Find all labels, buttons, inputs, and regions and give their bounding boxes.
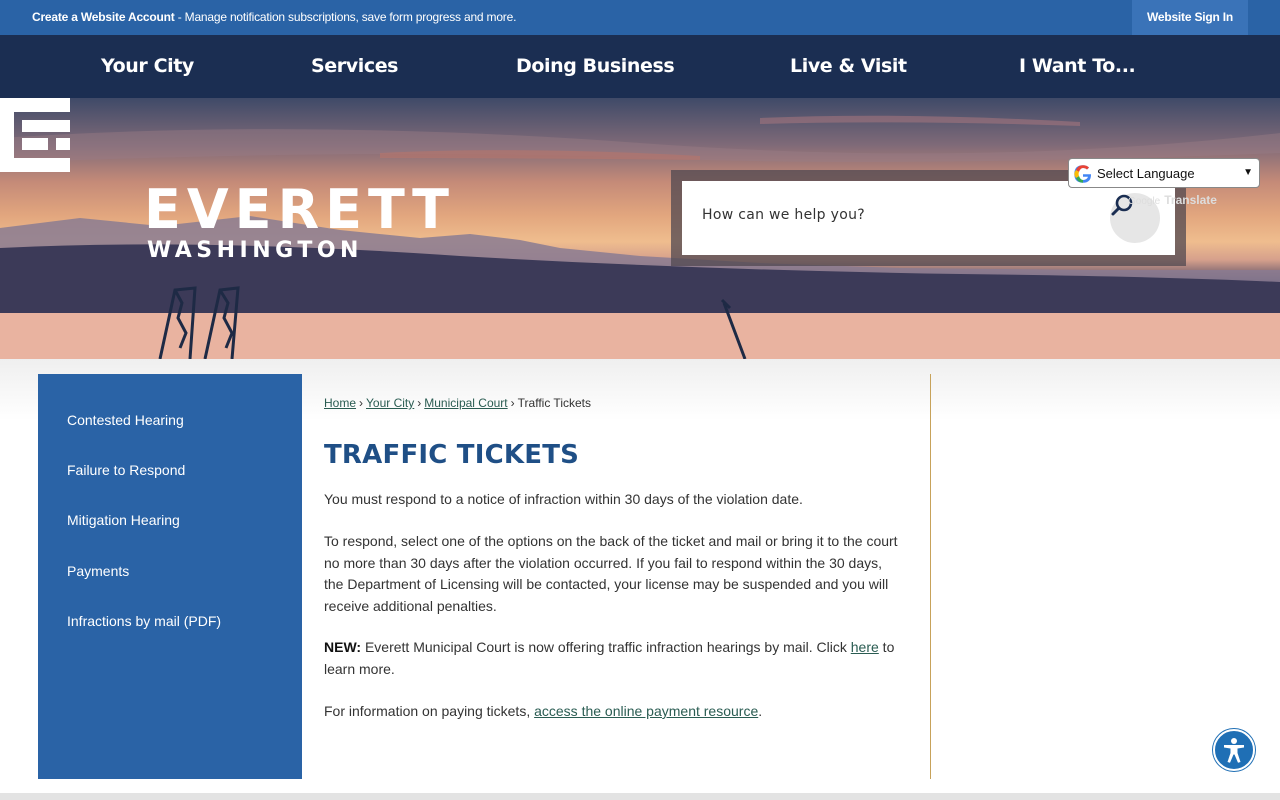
new-label: NEW:	[324, 639, 362, 655]
nav-live-and-visit[interactable]: Live & Visit	[790, 55, 907, 77]
page-title: TRAFFIC TICKETS	[324, 440, 580, 470]
language-select[interactable]: Select Language ▼	[1068, 158, 1260, 188]
online-payment-link[interactable]: access the online payment resource	[534, 703, 758, 719]
accessibility-button[interactable]	[1213, 729, 1255, 771]
nav-i-want-to[interactable]: I Want To...	[1019, 55, 1136, 77]
paragraph-how-to-respond: To respond, select one of the options on…	[324, 533, 898, 614]
breadcrumb-separator: ›	[510, 396, 515, 410]
paragraph-paying-tickets: For information on paying tickets, acces…	[324, 701, 904, 723]
everett-logo-icon	[0, 98, 70, 172]
sidebar-item-payments[interactable]: Payments	[67, 563, 129, 579]
hearings-by-mail-link[interactable]: here	[851, 639, 879, 655]
search-box	[682, 181, 1175, 255]
sidebar-item-contested-hearing[interactable]: Contested Hearing	[67, 412, 184, 428]
powered-by-google-translate[interactable]: Google Translate	[1128, 193, 1217, 207]
website-sign-in-button[interactable]: Website Sign In	[1132, 0, 1248, 35]
sidebar: Contested Hearing Failure to Respond Mit…	[38, 374, 302, 779]
hearings-by-mail-text: Everett Municipal Court is now offering …	[361, 639, 851, 655]
account-description: - Manage notification subscriptions, sav…	[174, 10, 517, 24]
utility-bar: Create a Website Account - Manage notifi…	[0, 0, 1280, 35]
nav-doing-business[interactable]: Doing Business	[516, 55, 675, 77]
chevron-down-icon: ▼	[1243, 167, 1253, 178]
paragraph-hearings-by-mail: NEW: Everett Municipal Court is now offe…	[324, 637, 904, 680]
breadcrumb-home[interactable]: Home	[324, 396, 356, 410]
language-select-label: Select Language	[1097, 166, 1195, 181]
translate-label: Translate	[1164, 193, 1217, 207]
footer-edge	[0, 793, 1280, 800]
create-account-link[interactable]: Create a Website Account	[32, 10, 175, 24]
logo-subtitle[interactable]: WASHINGTON	[147, 238, 363, 263]
content-divider	[930, 374, 931, 779]
breadcrumb: Home › Your City › Municipal Court › Traffic T…	[324, 396, 591, 410]
hero-banner: EVERETT WASHINGTON	[0, 98, 1280, 359]
google-g-icon	[1074, 165, 1092, 183]
search-input[interactable]	[702, 207, 1092, 223]
main-navigation: Your City Services Doing Business Live &…	[0, 35, 1280, 98]
nav-your-city[interactable]: Your City	[101, 55, 194, 77]
account-message: Create a Website Account - Manage notifi…	[32, 10, 516, 24]
google-wordmark: Google	[1128, 196, 1161, 207]
sidebar-item-mitigation-hearing[interactable]: Mitigation Hearing	[67, 512, 180, 528]
sidebar-item-infractions-by-mail[interactable]: Infractions by mail (PDF)	[67, 613, 221, 629]
paragraph-respond-notice: You must respond to a notice of infracti…	[324, 491, 803, 507]
paying-tickets-tail: .	[758, 703, 763, 719]
accessibility-icon	[1224, 738, 1244, 763]
paying-tickets-text: For information on paying tickets,	[324, 703, 535, 719]
breadcrumb-separator: ›	[417, 396, 422, 410]
breadcrumb-separator: ›	[359, 396, 364, 410]
breadcrumb-municipal-court[interactable]: Municipal Court	[424, 396, 507, 410]
breadcrumb-current: Traffic Tickets	[517, 396, 591, 410]
sidebar-item-failure-to-respond[interactable]: Failure to Respond	[67, 462, 185, 478]
nav-services[interactable]: Services	[311, 55, 399, 77]
breadcrumb-your-city[interactable]: Your City	[366, 396, 414, 410]
logo-title[interactable]: EVERETT	[144, 178, 455, 241]
